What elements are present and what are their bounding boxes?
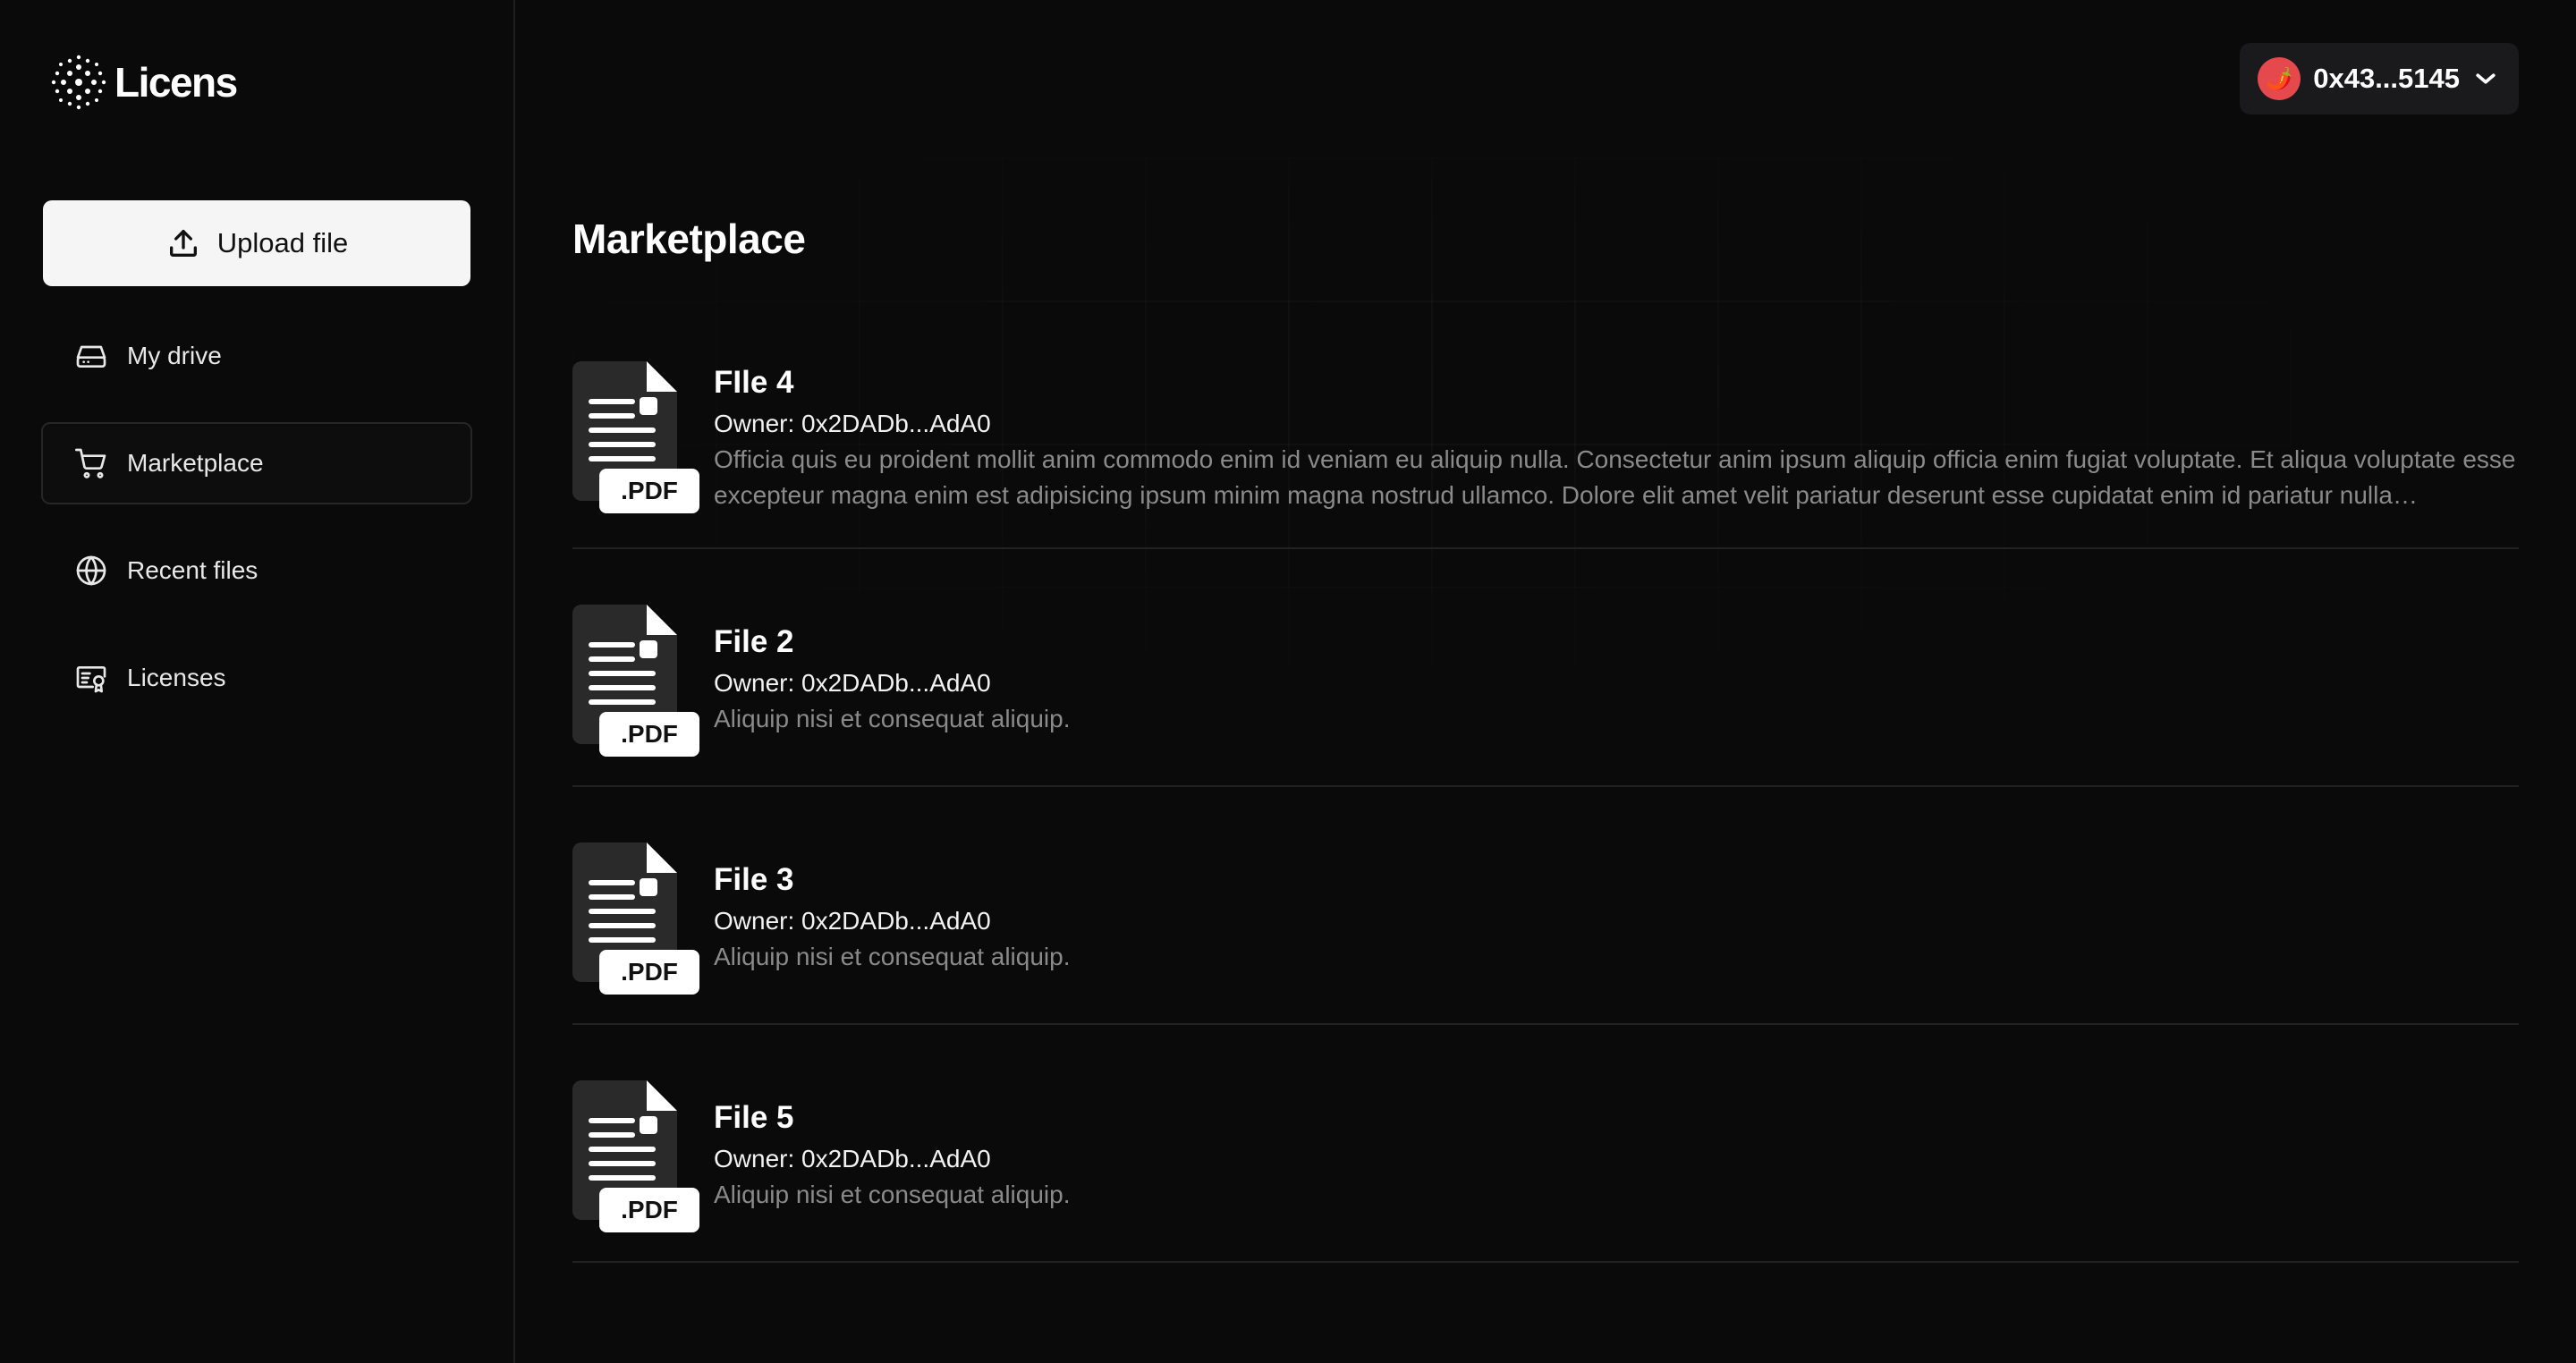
wallet-button[interactable]: 🌶️ 0x43...5145 (2240, 43, 2519, 114)
sidebar-item-label: My drive (127, 342, 222, 369)
sidebar-nav: My drive Marketplace Recent files Licens… (41, 315, 472, 744)
logo[interactable]: Licens (50, 54, 238, 111)
sidebar: Licens Upload file My drive Marketplace … (0, 0, 515, 1363)
hard-drive-icon (76, 345, 106, 368)
sidebar-item-licenses[interactable]: Licenses (41, 637, 472, 719)
sidebar-item-label: Marketplace (127, 449, 264, 477)
file-owner: Owner: 0x2DADb...AdA0 (714, 669, 991, 697)
file-info: File 3 Owner: 0x2DADb...AdA0 Aliquip nis… (714, 787, 1070, 1023)
pdf-file-icon: .PDF (572, 605, 699, 757)
main-content: 🌶️ 0x43...5145 Marketplace .PDF FIle 4 O… (515, 0, 2576, 1363)
license-icon (76, 666, 106, 693)
file-description: Aliquip nisi et consequat aliquip. (714, 705, 1071, 732)
sidebar-item-my-drive[interactable]: My drive (41, 315, 472, 397)
chevron-down-icon (2476, 73, 2496, 84)
pdf-file-icon: .PDF (572, 1080, 699, 1232)
logo-dots-icon (51, 55, 106, 110)
globe-icon (76, 555, 106, 586)
file-info: File 2 Owner: 0x2DADb...AdA0 Aliquip nis… (714, 549, 1070, 785)
sidebar-item-label: Recent files (127, 556, 258, 584)
upload-file-button[interactable]: Upload file (43, 200, 470, 286)
pdf-badge: .PDF (621, 1196, 678, 1223)
file-title: File 3 (714, 862, 794, 897)
file-owner: Owner: 0x2DADb...AdA0 (714, 410, 991, 437)
file-title: File 2 (714, 624, 794, 659)
pdf-badge: .PDF (621, 958, 678, 986)
file-row[interactable]: .PDF FIle 4 Owner: 0x2DADb...AdA0 Offici… (572, 358, 2519, 549)
sidebar-item-recent-files[interactable]: Recent files (41, 529, 472, 612)
file-owner: Owner: 0x2DADb...AdA0 (714, 1145, 991, 1173)
sidebar-item-marketplace[interactable]: Marketplace (41, 422, 472, 504)
pdf-file-icon: .PDF (572, 842, 699, 995)
file-row[interactable]: .PDF File 3 Owner: 0x2DADb...AdA0 Aliqui… (572, 787, 2519, 1025)
wallet-address: 0x43...5145 (2313, 63, 2460, 94)
app-window: Licens Upload file My drive Marketplace … (0, 0, 2576, 1363)
brand-name: Licens (114, 59, 238, 106)
pdf-file-icon: .PDF (572, 361, 699, 513)
sidebar-item-label: Licenses (127, 664, 226, 691)
file-description: Officia quis eu proident mollit anim com… (714, 445, 2516, 509)
upload-icon (169, 230, 197, 257)
file-row[interactable]: .PDF File 5 Owner: 0x2DADb...AdA0 Aliqui… (572, 1025, 2519, 1263)
file-title: File 5 (714, 1100, 794, 1135)
file-description: Aliquip nisi et consequat aliquip. (714, 1181, 1071, 1208)
page-title: Marketplace (572, 216, 806, 262)
upload-file-label: Upload file (216, 227, 349, 258)
file-info: File 5 Owner: 0x2DADb...AdA0 Aliquip nis… (714, 1025, 1070, 1261)
cart-icon (75, 448, 106, 478)
file-title: FIle 4 (714, 365, 794, 400)
pdf-badge: .PDF (621, 720, 678, 748)
wallet-avatar: 🌶️ (2258, 57, 2301, 100)
file-owner: Owner: 0x2DADb...AdA0 (714, 907, 991, 935)
file-row[interactable]: .PDF File 2 Owner: 0x2DADb...AdA0 Aliqui… (572, 549, 2519, 787)
pdf-badge: .PDF (621, 477, 678, 504)
file-description: Aliquip nisi et consequat aliquip. (714, 943, 1071, 970)
file-info: FIle 4 Owner: 0x2DADb...AdA0 Officia qui… (714, 358, 2519, 547)
file-list: .PDF FIle 4 Owner: 0x2DADb...AdA0 Offici… (572, 358, 2519, 1263)
